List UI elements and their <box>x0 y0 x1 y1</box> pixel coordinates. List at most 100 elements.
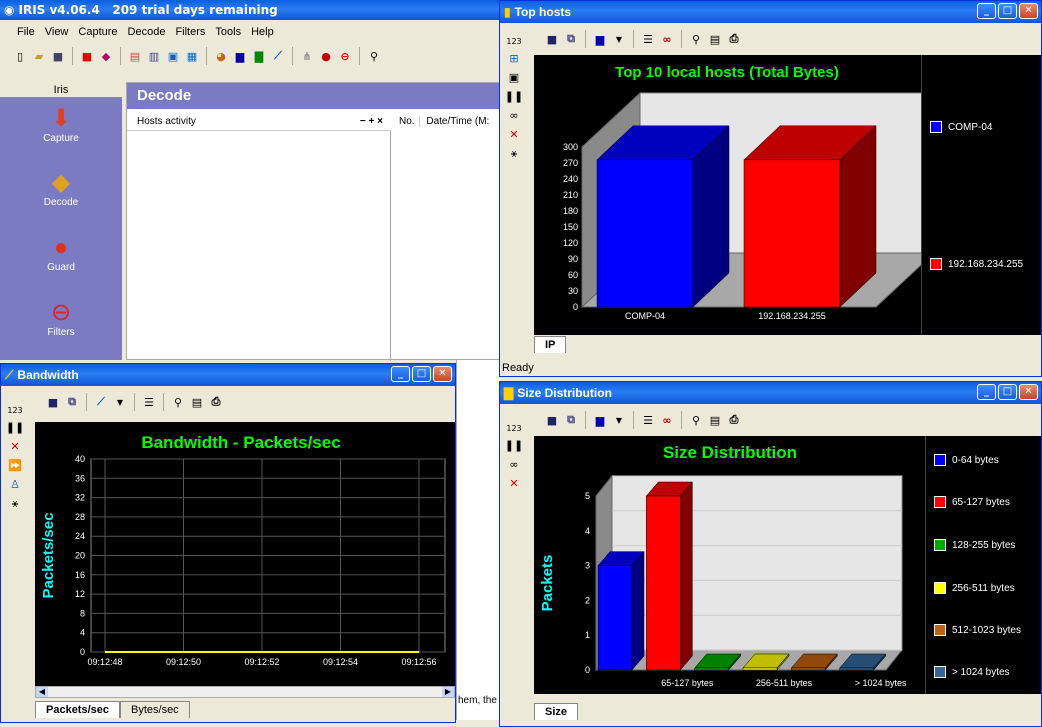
menu-view[interactable]: View <box>40 26 74 38</box>
hosts-activity-list[interactable] <box>127 131 391 361</box>
stop-capture-icon[interactable]: ■ <box>79 48 95 64</box>
copy-icon[interactable]: ⧉ <box>64 394 80 410</box>
person-icon[interactable]: ♙ <box>10 478 20 491</box>
bandwidth-tabs: Packets/sec Bytes/sec <box>35 700 190 718</box>
line-chart-icon[interactable]: ⟋ <box>93 394 109 410</box>
close-icon[interactable]: ✕ <box>433 366 452 382</box>
print-icon[interactable]: ⎙ <box>726 412 742 428</box>
tool-123[interactable]: 123 <box>506 37 521 46</box>
filter-icon[interactable]: ⋔ <box>299 48 315 64</box>
tab-ip[interactable]: IP <box>534 336 567 353</box>
guard-icon[interactable]: ● <box>318 48 334 64</box>
network-icon[interactable]: ⊞ <box>509 52 518 65</box>
y-tick-label: 270 <box>563 158 578 168</box>
tab-size[interactable]: Size <box>534 703 579 720</box>
menu-tools[interactable]: Tools <box>210 26 246 38</box>
binoculars-icon[interactable]: ∞ <box>659 412 675 428</box>
bandwidth-title-bar[interactable]: ⟋ Bandwidth _ □ ✕ <box>1 364 455 386</box>
maximize-icon[interactable]: □ <box>412 366 431 382</box>
sidebar-item-decode[interactable]: ◆ Decode <box>0 168 122 208</box>
sidebar-item-guard[interactable]: ● Guard <box>0 234 122 273</box>
tool-123[interactable]: 123 <box>7 406 22 415</box>
wand-icon[interactable]: ⚹ <box>12 497 19 511</box>
grid-icon[interactable]: ☰ <box>640 31 656 47</box>
grid-icon[interactable]: ☰ <box>640 412 656 428</box>
menu-filters[interactable]: Filters <box>170 26 210 38</box>
print-preview-icon[interactable]: ▤ <box>707 412 723 428</box>
print-preview-icon[interactable]: ▤ <box>707 31 723 47</box>
panel-icon[interactable]: ▣ <box>165 48 181 64</box>
sidebar-item-capture[interactable]: ⬇ Capture <box>0 104 122 144</box>
grid-icon[interactable]: ☰ <box>141 394 157 410</box>
pie-chart-icon[interactable]: ◕ <box>213 48 229 64</box>
maximize-icon[interactable]: □ <box>998 384 1017 400</box>
zoom-icon[interactable]: ⚲ <box>688 31 704 47</box>
bar-chart-icon[interactable]: ▆ <box>592 412 608 428</box>
glasses-icon[interactable]: ∞ <box>509 458 518 471</box>
close-icon[interactable]: ✕ <box>1019 3 1038 19</box>
scroll-right-icon[interactable]: ▶ <box>442 687 454 697</box>
zoom-icon[interactable]: ⚲ <box>170 394 186 410</box>
menu-file[interactable]: File <box>12 26 40 38</box>
delete-icon[interactable]: ✕ <box>509 128 518 141</box>
scroll-left-icon[interactable]: ◀ <box>36 687 48 697</box>
pause-icon[interactable]: ❚❚ <box>505 439 523 452</box>
hosts-activity-controls[interactable]: − + × <box>360 113 383 131</box>
save-icon[interactable]: ■ <box>544 31 560 47</box>
find-icon[interactable]: ⚲ <box>366 48 382 64</box>
pause-icon[interactable]: ❚❚ <box>6 421 24 434</box>
tab-packets-sec[interactable]: Packets/sec <box>35 701 120 718</box>
chevron-down-icon[interactable]: ▼ <box>112 394 128 410</box>
save-icon[interactable]: ■ <box>544 412 560 428</box>
bar-chart-icon[interactable]: ▆ <box>232 48 248 64</box>
tool-123[interactable]: 123 <box>506 424 521 433</box>
wand-icon[interactable]: ⚹ <box>511 147 518 161</box>
open-icon[interactable]: ▰ <box>31 48 47 64</box>
menu-help[interactable]: Help <box>246 26 279 38</box>
properties-icon[interactable]: ▣ <box>509 71 519 84</box>
list-icon[interactable]: ▥ <box>146 48 162 64</box>
close-icon[interactable]: ✕ <box>1019 384 1038 400</box>
delete-icon[interactable]: ✕ <box>10 440 19 453</box>
top-hosts-title-bar[interactable]: ▮ Top hosts _ □ ✕ <box>500 1 1041 23</box>
chevron-down-icon[interactable]: ▼ <box>611 31 627 47</box>
minimize-icon[interactable]: _ <box>391 366 410 382</box>
save-icon[interactable]: ■ <box>50 48 66 64</box>
new-icon[interactable]: ▯ <box>12 48 28 64</box>
print-preview-icon[interactable]: ▤ <box>189 394 205 410</box>
menu-capture[interactable]: Capture <box>73 26 122 38</box>
size-chart-icon[interactable]: ▇ <box>251 48 267 64</box>
packet-icon[interactable]: ▤ <box>127 48 143 64</box>
maximize-icon[interactable]: □ <box>998 3 1017 19</box>
minimize-icon[interactable]: _ <box>977 384 996 400</box>
binoculars-icon[interactable]: ∞ <box>659 31 675 47</box>
decode-icon[interactable]: ◆ <box>98 48 114 64</box>
y-tick-label: 0 <box>573 302 578 312</box>
col-no[interactable]: No. <box>395 116 420 127</box>
line-chart-icon[interactable]: ⟋ <box>270 48 286 64</box>
print-icon[interactable]: ⎙ <box>726 31 742 47</box>
menu-decode[interactable]: Decode <box>123 26 171 38</box>
chevron-down-icon[interactable]: ▼ <box>611 412 627 428</box>
pause-icon[interactable]: ❚❚ <box>505 90 523 103</box>
glasses-icon[interactable]: ∞ <box>509 109 518 122</box>
window-icon[interactable]: ▦ <box>184 48 200 64</box>
print-icon[interactable]: ⎙ <box>208 394 224 410</box>
copy-icon[interactable]: ⧉ <box>563 31 579 47</box>
bandwidth-scrollbar[interactable]: ◀ ▶ <box>35 686 455 698</box>
top-hosts-title-icon: ▮ <box>504 5 511 19</box>
sidebar-item-filters[interactable]: ⊖ Filters <box>0 298 122 338</box>
save-icon[interactable]: ■ <box>45 394 61 410</box>
bar <box>791 667 826 671</box>
col-datetime[interactable]: Date/Time (M: <box>422 116 493 127</box>
zoom-icon[interactable]: ⚲ <box>688 412 704 428</box>
main-title-bar[interactable]: ◉ IRIS v4.06.4 209 trial days remaining <box>0 0 500 20</box>
size-dist-title-bar[interactable]: ▇ Size Distribution _ □ ✕ <box>500 382 1041 404</box>
tab-bytes-sec[interactable]: Bytes/sec <box>120 701 190 718</box>
fast-forward-icon[interactable]: ⏩ <box>8 459 22 472</box>
delete-icon[interactable]: ✕ <box>509 477 518 490</box>
no-entry-icon[interactable]: ⊖ <box>337 48 353 64</box>
minimize-icon[interactable]: _ <box>977 3 996 19</box>
bar-chart-icon[interactable]: ▆ <box>592 31 608 47</box>
copy-icon[interactable]: ⧉ <box>563 412 579 428</box>
